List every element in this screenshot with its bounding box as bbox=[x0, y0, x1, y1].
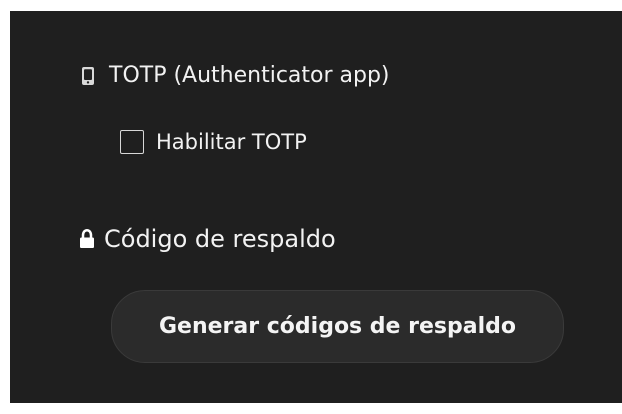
totp-heading-label: TOTP (Authenticator app) bbox=[109, 63, 390, 88]
backup-code-section-heading: Código de respaldo bbox=[78, 227, 336, 251]
security-settings-panel: TOTP (Authenticator app) Habilitar TOTP … bbox=[10, 11, 622, 403]
generate-backup-codes-button[interactable]: Generar códigos de respaldo bbox=[111, 290, 564, 363]
mobile-phone-icon bbox=[79, 65, 97, 87]
enable-totp-checkbox[interactable] bbox=[120, 130, 144, 154]
lock-icon bbox=[78, 228, 96, 250]
backup-code-heading-label: Código de respaldo bbox=[104, 225, 336, 253]
enable-totp-label: Habilitar TOTP bbox=[156, 129, 307, 154]
totp-section-heading: TOTP (Authenticator app) bbox=[79, 65, 390, 87]
enable-totp-checkbox-row[interactable]: Habilitar TOTP bbox=[120, 130, 307, 154]
